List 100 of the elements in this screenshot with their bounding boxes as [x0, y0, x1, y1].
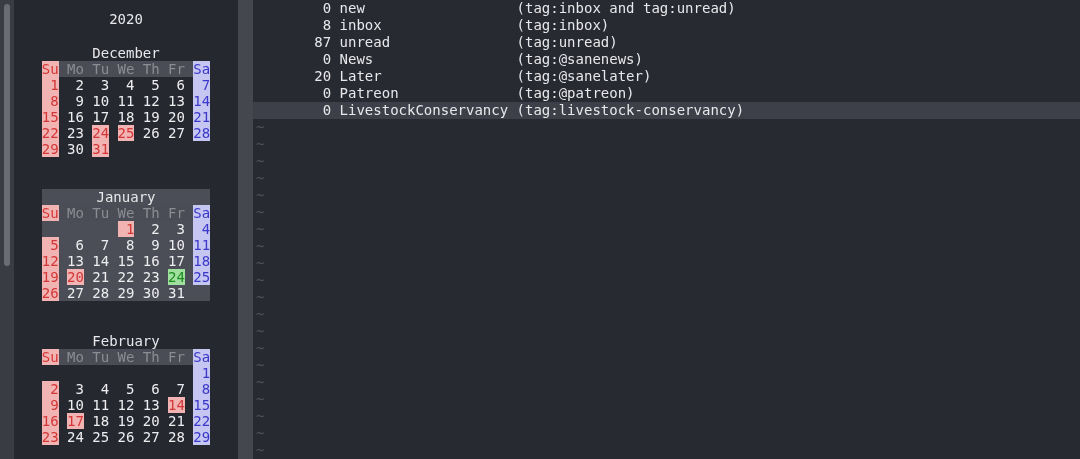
calendar-day[interactable]: 29: [117, 285, 135, 301]
calendar-day[interactable]: 27: [142, 429, 160, 445]
empty-line-marker: ~: [255, 408, 266, 425]
calendar-day[interactable]: 26: [117, 429, 135, 445]
calendar-day[interactable]: 9: [142, 237, 160, 253]
message-count: 0: [321, 85, 332, 102]
calendar-day[interactable]: 23: [142, 269, 160, 285]
calendar-day[interactable]: 21: [193, 109, 211, 125]
empty-line-marker: ~: [255, 153, 266, 170]
search-name: Patreon: [339, 85, 400, 102]
search-name: Later: [339, 68, 383, 85]
calendar-day[interactable]: 14: [193, 93, 211, 109]
calendar-day[interactable]: 7: [193, 77, 211, 93]
calendar-day[interactable]: 16: [67, 109, 84, 125]
calendar-day[interactable]: 26: [142, 125, 160, 141]
calendar-day[interactable]: 31: [168, 285, 185, 301]
calendar-day[interactable]: 21: [168, 413, 185, 429]
weekday-label: Mo: [67, 349, 84, 365]
weekday-label: Fr: [168, 349, 185, 365]
calendar-day[interactable]: 18: [92, 413, 110, 429]
calendar-day[interactable]: 6: [142, 381, 160, 397]
calendar-day[interactable]: 27: [67, 285, 84, 301]
calendar-day[interactable]: 25: [193, 269, 211, 285]
calendar-day[interactable]: 2: [142, 221, 160, 237]
weekday-label: We: [117, 61, 135, 77]
empty-line-marker: ~: [255, 340, 266, 357]
search-row[interactable]: 0 new (tag:inbox and tag:unread): [253, 0, 1080, 17]
calendar-day[interactable]: 10: [168, 237, 185, 253]
calendar-day[interactable]: 14: [92, 253, 110, 269]
month-name: December: [91, 45, 161, 61]
calendar-day[interactable]: 4: [92, 381, 110, 397]
calendar-day[interactable]: 9: [67, 93, 84, 109]
calendar-day[interactable]: 23: [67, 125, 84, 141]
calendar-day[interactable]: 6: [168, 77, 185, 93]
calendar-day[interactable]: 17: [92, 109, 110, 125]
calendar-day[interactable]: 12: [117, 397, 135, 413]
calendar-day[interactable]: 24: [67, 429, 84, 445]
calendar-day[interactable]: 5: [142, 77, 160, 93]
calendar-day[interactable]: 11: [193, 237, 211, 253]
calendar-day[interactable]: 29: [193, 429, 211, 445]
empty-line-marker: ~: [255, 289, 266, 306]
calendar-day[interactable]: 15: [193, 397, 211, 413]
weekday-label: Mo: [67, 205, 84, 221]
calendar-day[interactable]: 27: [168, 125, 185, 141]
scrollbar-track[interactable]: [0, 0, 14, 459]
calendar-day[interactable]: 7: [168, 381, 185, 397]
month-name: February: [91, 333, 161, 349]
search-row[interactable]: 0 News (tag:@sanenews): [253, 51, 1080, 68]
calendar-day[interactable]: 30: [67, 141, 84, 157]
calendar-day[interactable]: 18: [117, 109, 135, 125]
calendar-day[interactable]: 4: [117, 77, 135, 93]
calendar-day[interactable]: 15: [117, 253, 135, 269]
calendar-day[interactable]: 28: [193, 125, 211, 141]
calendar-day[interactable]: 19: [117, 413, 135, 429]
calendar-day[interactable]: 20: [168, 109, 185, 125]
calendar-day[interactable]: 21: [92, 269, 110, 285]
calendar-day[interactable]: 25: [92, 429, 110, 445]
calendar-day[interactable]: 6: [67, 237, 84, 253]
calendar-day[interactable]: 19: [142, 109, 160, 125]
calendar-day[interactable]: 28: [168, 429, 185, 445]
calendar-day[interactable]: 1: [193, 365, 211, 381]
calendar-day[interactable]: 13: [67, 253, 84, 269]
weekday-label: Fr: [168, 205, 185, 221]
calendar-day[interactable]: 3: [67, 381, 84, 397]
calendar-day[interactable]: 5: [117, 381, 135, 397]
calendar-day[interactable]: 8: [117, 237, 135, 253]
calendar-day[interactable]: 3: [92, 77, 110, 93]
calendar-day[interactable]: 17: [168, 253, 185, 269]
search-name: News: [339, 51, 375, 68]
scrollbar-thumb[interactable]: [4, 4, 10, 266]
calendar-day[interactable]: 28: [92, 285, 110, 301]
calendar-day[interactable]: 7: [92, 237, 110, 253]
search-query: (tag:@sanelater): [516, 68, 652, 85]
empty-line-marker: ~: [255, 391, 266, 408]
search-row[interactable]: 0 LivestockConservancy (tag:livestock-conservancy): [253, 102, 1080, 119]
calendar-day[interactable]: 3: [168, 221, 185, 237]
calendar-day[interactable]: 13: [168, 93, 185, 109]
calendar-day[interactable]: 2: [67, 77, 84, 93]
calendar-day[interactable]: 20: [142, 413, 160, 429]
calendar-day[interactable]: 10: [67, 397, 84, 413]
weekday-label: Th: [142, 349, 160, 365]
empty-line-marker: ~: [255, 187, 266, 204]
calendar-day[interactable]: 18: [193, 253, 211, 269]
calendar-day[interactable]: 8: [193, 381, 211, 397]
search-row[interactable]: 8 inbox (tag:inbox): [253, 17, 1080, 34]
search-row[interactable]: 87 unread (tag:unread): [253, 34, 1080, 51]
calendar-day[interactable]: 22: [117, 269, 135, 285]
search-query: (tag:inbox and tag:unread): [516, 0, 736, 17]
search-row[interactable]: 20 Later (tag:@sanelater): [253, 68, 1080, 85]
calendar-day[interactable]: 16: [142, 253, 160, 269]
calendar-day[interactable]: 12: [142, 93, 160, 109]
calendar-day[interactable]: 4: [193, 221, 211, 237]
calendar-day[interactable]: 13: [142, 397, 160, 413]
search-row[interactable]: 0 Patreon (tag:@patreon): [253, 85, 1080, 102]
empty-line-marker: ~: [255, 425, 266, 442]
calendar-day[interactable]: 11: [117, 93, 135, 109]
calendar-day[interactable]: 11: [92, 397, 110, 413]
calendar-day[interactable]: 10: [92, 93, 110, 109]
calendar-day[interactable]: 22: [193, 413, 211, 429]
calendar-day[interactable]: 30: [142, 285, 160, 301]
